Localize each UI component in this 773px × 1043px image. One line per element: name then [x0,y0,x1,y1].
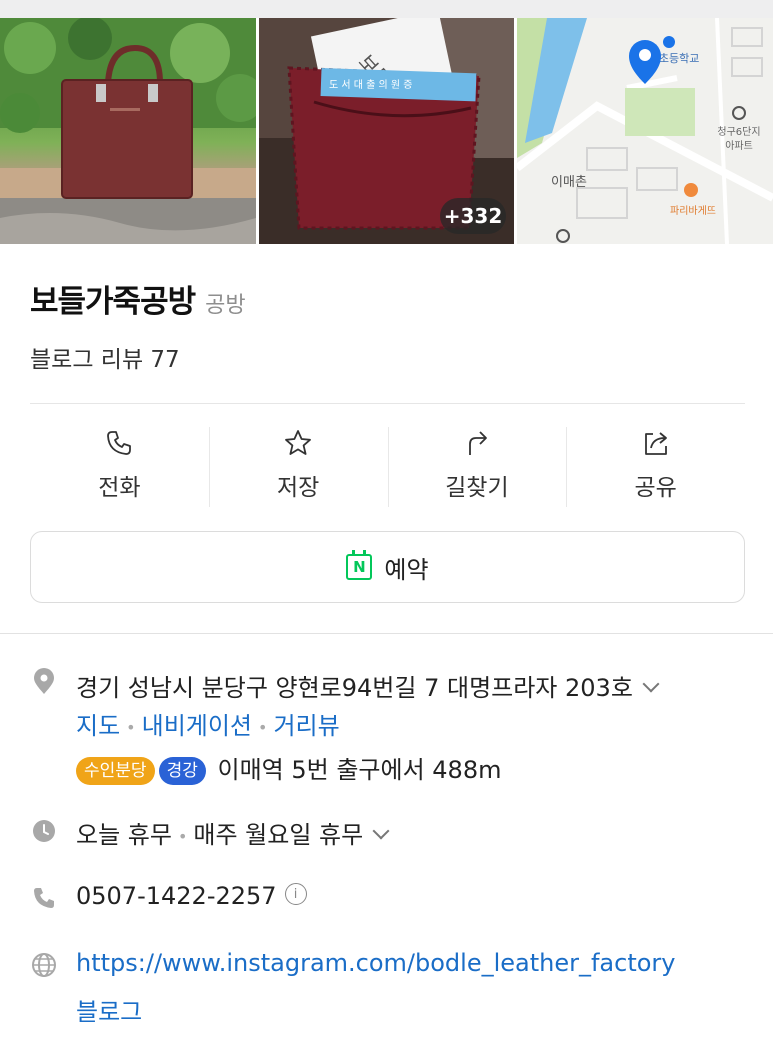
globe-icon [32,953,56,977]
street-view-link[interactable]: 거리뷰 [273,712,339,740]
address-row[interactable]: 경기 성남시 분당구 양현로94번길 7 대명프라자 203호 [76,668,660,703]
phone-row[interactable]: 0507-1422-2257 i [76,882,307,910]
map-label-apartment-1: 청구6단지 [717,126,760,138]
blog-link[interactable]: 블로그 [76,992,142,1027]
location-pin-icon [34,668,54,694]
map-label-apartment-2: 아파트 [725,140,753,152]
chevron-down-icon[interactable] [372,822,390,840]
card-wallet-photo[interactable]: 보들 도 서 대 출 의 원 증 +332 [259,18,514,244]
separator-dot: • [258,717,268,737]
map-link[interactable]: 지도 [76,712,120,740]
map-label-bakery: 파리바게뜨 [670,205,716,217]
separator-dot: • [126,717,136,737]
map-thumbnail[interactable]: 안말초등학교 청구6단지 아파트 이매촌 파리바게뜨 [517,18,773,244]
naver-booking-icon: N [346,550,373,580]
map-label-area: 이매촌 [551,175,587,190]
photo-gallery[interactable]: 보들 도 서 대 출 의 원 증 +332 안말초등학교 [0,18,773,244]
briefcase-photo[interactable] [0,18,256,244]
info-icon[interactable]: i [284,883,307,905]
share-icon [644,432,667,455]
place-name: 보들가죽공방 [30,284,196,320]
hours-status: 오늘 휴무 [76,821,172,849]
directions-button[interactable]: 길찾기 [387,415,567,515]
call-button[interactable]: 전화 [30,415,209,515]
phone-icon [34,888,54,908]
navigation-link[interactable]: 내비게이션 [142,712,252,740]
share-label: 공유 [634,475,677,501]
subway-line-badge-suin-bundang: 수인분당 [76,757,155,785]
reserve-label: 예약 [384,555,429,584]
phone-number[interactable]: 0507-1422-2257 [76,882,277,910]
card-text: 도 서 대 출 의 원 증 [329,79,412,91]
business-hours-row[interactable]: 오늘 휴무 • 매주 월요일 휴무 [76,815,390,850]
divider [30,403,745,404]
subway-distance-text: 이매역 5번 출구에서 488m [217,756,502,784]
blog-review-count[interactable]: 블로그 리뷰 77 [30,340,180,374]
address-text: 경기 성남시 분당구 양현로94번길 7 대명프라자 203호 [76,674,633,702]
status-bar [0,0,773,18]
address-links: 지도 • 내비게이션 • 거리뷰 [76,706,340,741]
star-icon [285,430,312,455]
share-button[interactable]: 공유 [566,415,745,515]
separator-dot: • [177,826,188,846]
chevron-down-icon[interactable] [642,675,660,693]
action-bar: 전화 저장 길찾기 공유 [30,415,745,515]
map-image: 안말초등학교 청구6단지 아파트 이매촌 파리바게뜨 [517,18,773,244]
place-title: 보들가죽공방 공방 [30,276,246,321]
save-button[interactable]: 저장 [208,415,388,515]
directions-label: 길찾기 [445,475,509,501]
reserve-button[interactable]: N 예약 [30,531,745,603]
more-photos-badge[interactable]: +332 [440,198,506,234]
section-divider [0,633,773,634]
phone-icon [107,431,132,455]
directions-icon [468,431,487,455]
subway-info: 수인분당 경강 이매역 5번 출구에서 488m [76,750,501,785]
call-label: 전화 [98,475,141,501]
save-label: 저장 [276,475,320,501]
subway-line-badge-gyeonggang: 경강 [158,757,206,785]
clock-icon [33,820,55,842]
website-link[interactable]: https://www.instagram.com/bodle_leather_… [76,949,676,977]
briefcase-image [0,18,256,244]
place-category: 공방 [205,293,246,318]
hours-detail: 매주 월요일 휴무 [193,821,364,849]
